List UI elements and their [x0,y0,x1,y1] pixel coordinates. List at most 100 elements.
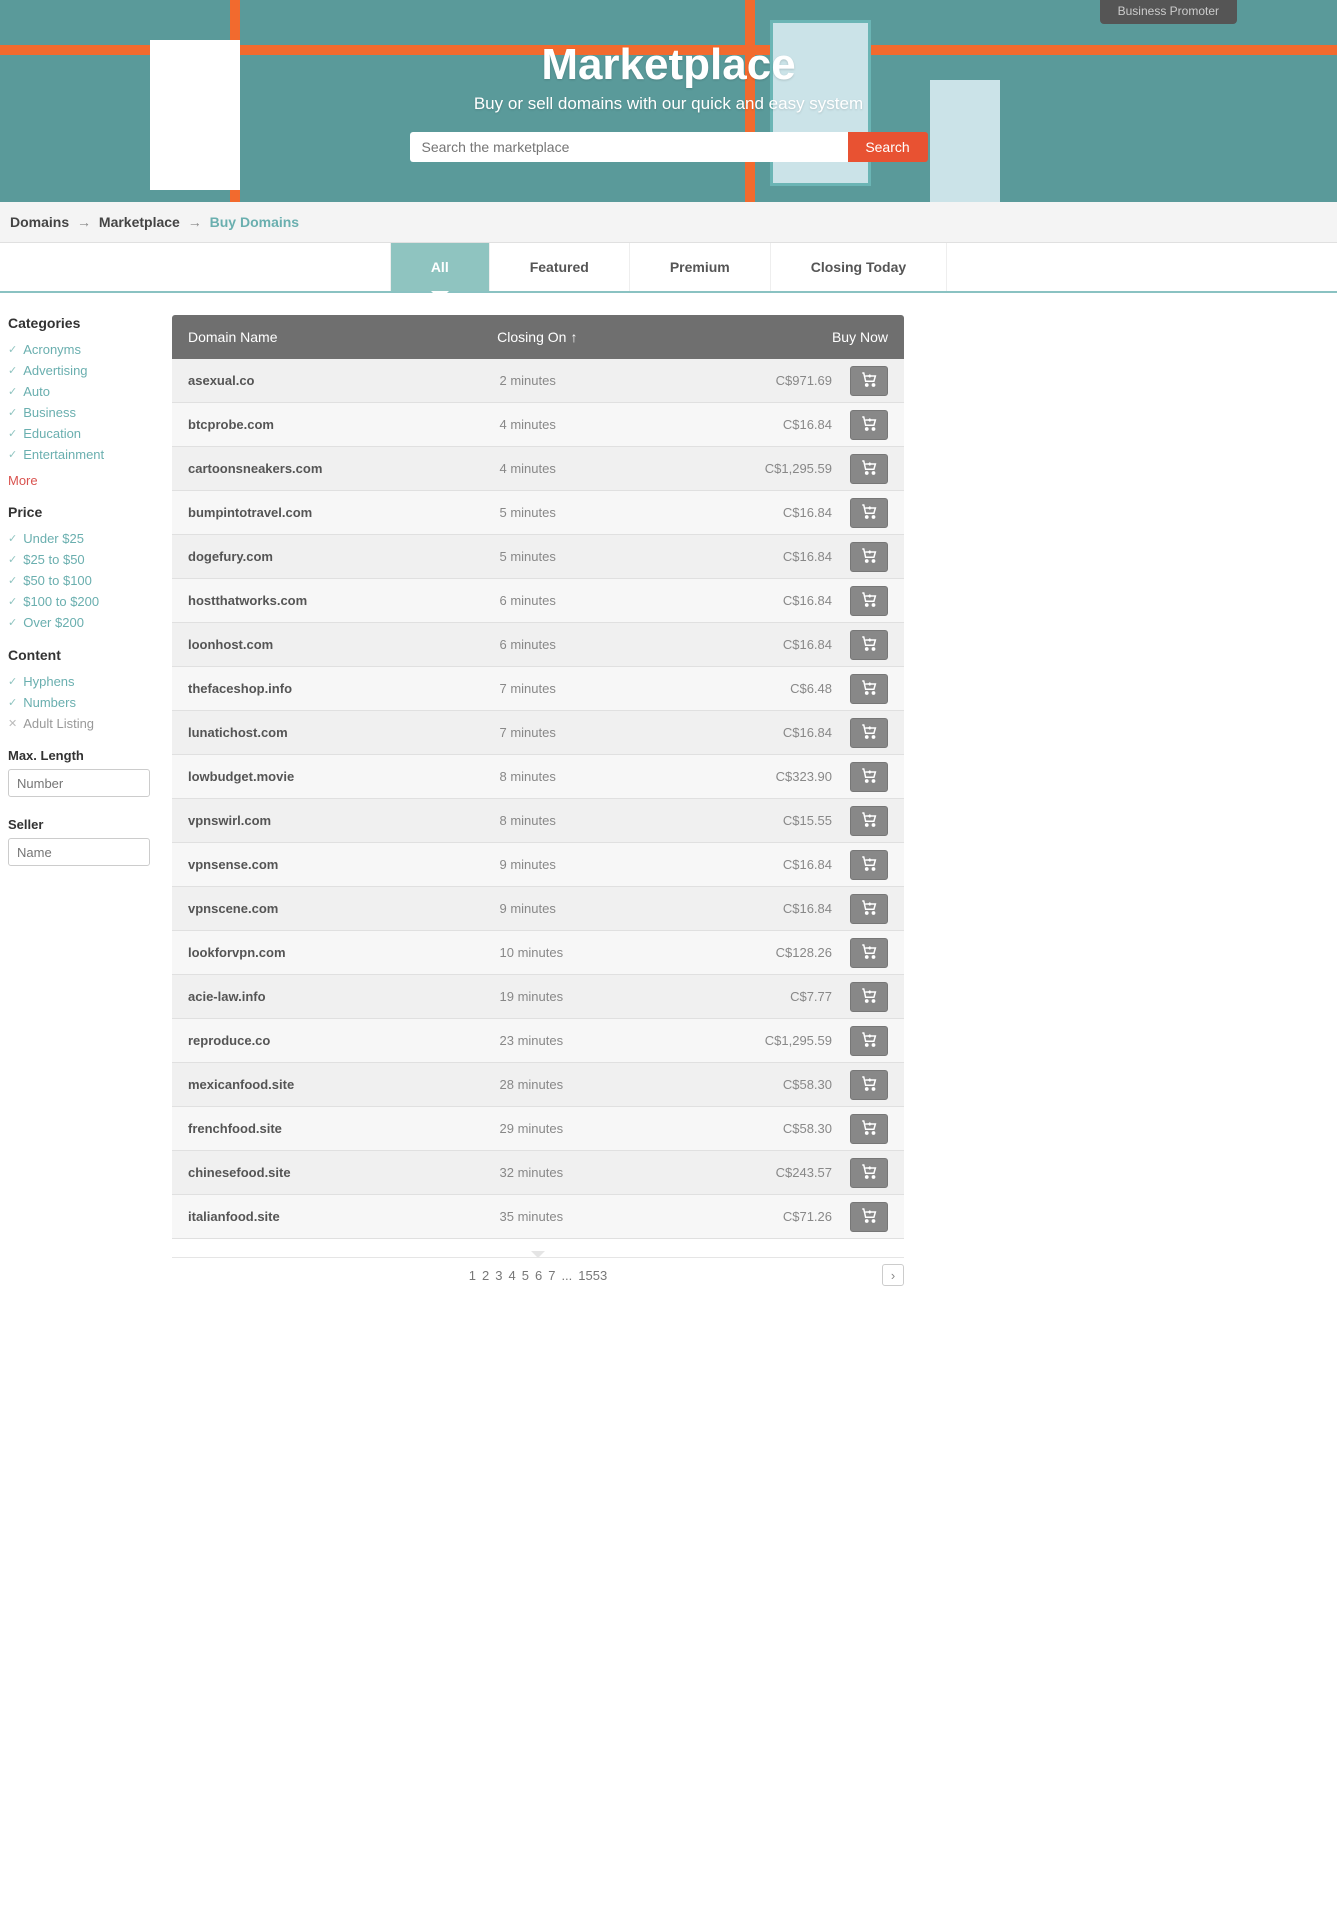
add-to-cart-button[interactable] [850,806,888,836]
table-row: frenchfood.site29 minutesC$58.30 [172,1107,904,1151]
domain-name[interactable]: chinesefood.site [188,1165,500,1180]
pager-page[interactable]: 1553 [578,1268,607,1283]
filter-label: Adult Listing [23,716,94,731]
filter--25-to-50[interactable]: ✓$25 to $50 [8,549,150,570]
filter-business[interactable]: ✓Business [8,402,150,423]
filter-entertainment[interactable]: ✓Entertainment [8,444,150,465]
filter-over-200[interactable]: ✓Over $200 [8,612,150,633]
add-to-cart-button[interactable] [850,718,888,748]
domain-name[interactable]: dogefury.com [188,549,500,564]
pager-page[interactable]: 1 [469,1268,476,1283]
add-to-cart-button[interactable] [850,762,888,792]
domain-name[interactable]: vpnsense.com [188,857,500,872]
pager-page[interactable]: 5 [522,1268,529,1283]
col-closing-on[interactable]: Closing On↑ [497,329,718,345]
filter--100-to-200[interactable]: ✓$100 to $200 [8,591,150,612]
add-to-cart-button[interactable] [850,410,888,440]
filter-auto[interactable]: ✓Auto [8,381,150,402]
domain-name[interactable]: reproduce.co [188,1033,500,1048]
closing-time: 19 minutes [500,989,723,1004]
filter--50-to-100[interactable]: ✓$50 to $100 [8,570,150,591]
add-to-cart-button[interactable] [850,894,888,924]
filter-label: $50 to $100 [23,573,92,588]
domain-name[interactable]: bumpintotravel.com [188,505,500,520]
add-to-cart-button[interactable] [850,1114,888,1144]
domain-name[interactable]: btcprobe.com [188,417,500,432]
domain-name[interactable]: thefaceshop.info [188,681,500,696]
pager-page[interactable]: 6 [535,1268,542,1283]
closing-time: 8 minutes [500,769,723,784]
add-to-cart-button[interactable] [850,1202,888,1232]
cart-icon [860,722,878,743]
search-input[interactable] [410,132,848,162]
price: C$58.30 [722,1077,832,1092]
filter-label: Under $25 [23,531,84,546]
tab-all[interactable]: All [390,243,490,291]
filter-advertising[interactable]: ✓Advertising [8,360,150,381]
add-to-cart-button[interactable] [850,586,888,616]
breadcrumb-marketplace[interactable]: Marketplace [99,214,180,230]
domain-name[interactable]: cartoonsneakers.com [188,461,500,476]
pager-page[interactable]: 2 [482,1268,489,1283]
domain-name[interactable]: acie-law.info [188,989,500,1004]
pager-page[interactable]: 4 [509,1268,516,1283]
tab-featured[interactable]: Featured [490,243,630,291]
add-to-cart-button[interactable] [850,498,888,528]
add-to-cart-button[interactable] [850,1158,888,1188]
filter-adult-listing[interactable]: ✕Adult Listing [8,713,150,734]
add-to-cart-button[interactable] [850,938,888,968]
domain-name[interactable]: lookforvpn.com [188,945,500,960]
sort-asc-icon: ↑ [570,329,577,345]
add-to-cart-button[interactable] [850,850,888,880]
add-to-cart-button[interactable] [850,630,888,660]
add-to-cart-button[interactable] [850,454,888,484]
add-to-cart-button[interactable] [850,982,888,1012]
seller-input[interactable] [8,838,150,866]
filter-hyphens[interactable]: ✓Hyphens [8,671,150,692]
table-row: vpnsense.com9 minutesC$16.84 [172,843,904,887]
filter-education[interactable]: ✓Education [8,423,150,444]
tab-premium[interactable]: Premium [630,243,771,291]
filter-numbers[interactable]: ✓Numbers [8,692,150,713]
domain-name[interactable]: loonhost.com [188,637,500,652]
breadcrumb-domains[interactable]: Domains [10,214,69,230]
filter-label: Education [23,426,81,441]
add-to-cart-button[interactable] [850,1026,888,1056]
closing-time: 6 minutes [500,637,723,652]
table-row: mexicanfood.site28 minutesC$58.30 [172,1063,904,1107]
col-buy-now[interactable]: Buy Now [718,329,888,345]
price: C$1,295.59 [722,461,832,476]
pager-page[interactable]: 7 [548,1268,555,1283]
filter-acronyms[interactable]: ✓Acronyms [8,339,150,360]
domain-name[interactable]: lowbudget.movie [188,769,500,784]
add-to-cart-button[interactable] [850,366,888,396]
domain-name[interactable]: vpnswirl.com [188,813,500,828]
cart-icon [860,1074,878,1095]
search-button[interactable]: Search [848,132,928,162]
domain-name[interactable]: italianfood.site [188,1209,500,1224]
domain-name[interactable]: vpnscene.com [188,901,500,916]
filter-label: Hyphens [23,674,74,689]
price: C$16.84 [722,549,832,564]
cart-icon [860,810,878,831]
domain-name[interactable]: asexual.co [188,373,500,388]
table-row: asexual.co2 minutesC$971.69 [172,359,904,403]
cart-icon [860,986,878,1007]
domain-name[interactable]: frenchfood.site [188,1121,500,1136]
maxlen-input[interactable] [8,769,150,797]
domain-name[interactable]: hostthatworks.com [188,593,500,608]
add-to-cart-button[interactable] [850,542,888,572]
pager-next[interactable]: › [882,1264,904,1286]
add-to-cart-button[interactable] [850,674,888,704]
table-row: chinesefood.site32 minutesC$243.57 [172,1151,904,1195]
price: C$16.84 [722,725,832,740]
add-to-cart-button[interactable] [850,1070,888,1100]
filter-under-25[interactable]: ✓Under $25 [8,528,150,549]
pager-page[interactable]: 3 [495,1268,502,1283]
categories-more[interactable]: More [8,473,150,488]
domain-name[interactable]: lunatichost.com [188,725,500,740]
col-domain-name[interactable]: Domain Name [188,329,497,345]
tab-closing-today[interactable]: Closing Today [771,243,947,291]
domain-name[interactable]: mexicanfood.site [188,1077,500,1092]
closing-time: 9 minutes [500,901,723,916]
